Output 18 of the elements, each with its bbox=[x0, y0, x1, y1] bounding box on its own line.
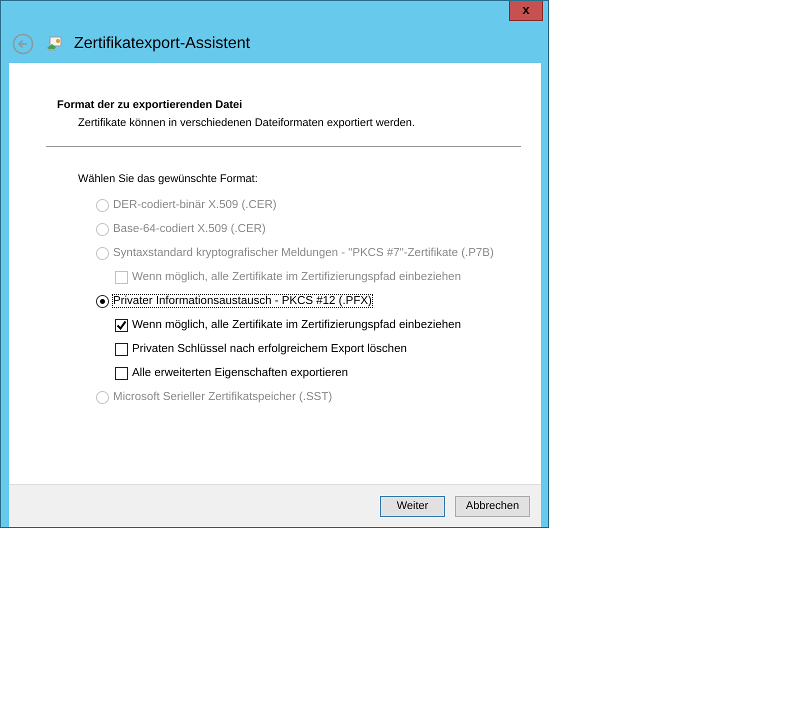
checkbox[interactable] bbox=[115, 366, 128, 380]
page-description: Zertifikate können in verschiedenen Dateiformaten exportiert werden. bbox=[78, 117, 416, 129]
check-icon bbox=[116, 320, 127, 330]
checkbox-label[interactable]: Alle erweiterten Eigenschaften exportieren bbox=[132, 367, 348, 379]
next-button[interactable]: Weiter bbox=[380, 496, 445, 516]
checkbox[interactable] bbox=[115, 342, 128, 356]
checkbox-label[interactable]: Privaten Schlüssel nach erfolgreichem Export löschen bbox=[132, 343, 407, 355]
cancel-button[interactable]: Abbrechen bbox=[455, 496, 530, 516]
checkbox-label[interactable]: Wenn möglich, alle Zertifikate im Zertifizierungspfad einbeziehen bbox=[132, 319, 461, 331]
format-prompt: Wählen Sie das gewünschte Format: bbox=[78, 173, 259, 185]
checkbox[interactable] bbox=[115, 318, 128, 332]
format-option[interactable]: Privater Informationsaustausch - PKCS #12 (.PFX) bbox=[113, 295, 372, 307]
page-heading: Format der zu exportierenden Datei bbox=[57, 99, 244, 111]
certificate-icon bbox=[46, 36, 62, 52]
radio-button[interactable] bbox=[96, 294, 109, 308]
window-title: Zertifikatexport-Assistent bbox=[74, 35, 250, 53]
close-button[interactable]: x bbox=[509, 1, 543, 21]
back-icon[interactable] bbox=[12, 33, 34, 55]
